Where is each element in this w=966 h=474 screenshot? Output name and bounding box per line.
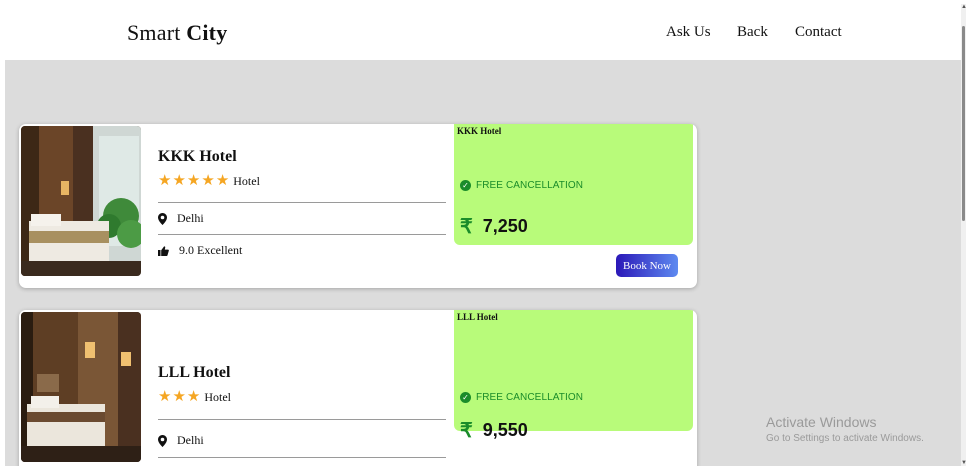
rupee-icon: ₹ (460, 420, 473, 442)
star-icon: ★ (158, 173, 172, 189)
navbar: Smart City Ask Us Back Contact (5, 4, 961, 60)
star-icon: ★ (186, 173, 201, 189)
location-row: Delhi (158, 433, 204, 448)
nav-link-ask-us[interactable]: Ask Us (666, 24, 711, 41)
location-pin-icon (158, 434, 167, 447)
free-cancellation: ✓ FREE CANCELLATION (460, 180, 583, 191)
hotel-photo[interactable] (21, 126, 141, 276)
book-now-button[interactable]: Book Now (616, 254, 678, 277)
page-viewport: Smart City Ask Us Back Contact KKK Hotel… (5, 4, 961, 466)
divider (158, 457, 446, 458)
scroll-down-icon[interactable]: ▼ (961, 460, 966, 466)
check-circle-icon: ✓ (460, 392, 471, 403)
hotel-card: KKK Hotel ★ ★ ★ ★ ★ Hotel Delhi 9.0 Exce… (19, 124, 697, 288)
price-panel-hotel-name: KKK Hotel (457, 126, 502, 136)
scroll-up-icon[interactable]: ▲ (961, 4, 966, 10)
price: ₹ 9,550 (460, 418, 528, 443)
location-pin-icon (158, 212, 167, 225)
activate-windows-watermark: Activate Windows Go to Settings to activ… (766, 414, 924, 444)
divider (158, 419, 446, 420)
brand-logo[interactable]: Smart City (127, 20, 227, 46)
star-icon: ★ (215, 173, 230, 189)
brand-text-smart: Smart (127, 20, 181, 45)
rating-text: 9.0 Excellent (179, 243, 243, 257)
hotel-name[interactable]: LLL Hotel (158, 364, 230, 382)
thumbs-up-icon (158, 245, 169, 256)
star-icon: ★ (172, 389, 186, 405)
scrollbar[interactable]: ▲ ▼ (961, 4, 966, 466)
brand-text-city: City (186, 20, 228, 45)
watermark-title: Activate Windows (766, 414, 877, 430)
price-panel-hotel-name: LLL Hotel (457, 312, 498, 322)
nav-link-back[interactable]: Back (737, 24, 768, 41)
price-panel: KKK Hotel ✓ FREE CANCELLATION ₹ 7,250 (454, 124, 693, 245)
star-icon: ★ (186, 389, 201, 405)
star-icon: ★ (172, 173, 186, 189)
price: ₹ 7,250 (460, 214, 528, 239)
nav-link-contact[interactable]: Contact (795, 24, 842, 41)
location-row: Delhi (158, 211, 204, 226)
free-cancellation-text: FREE CANCELLATION (476, 392, 584, 403)
hotel-room-image (21, 312, 141, 462)
star-icon: ★ (201, 173, 215, 189)
star-icon: ★ (158, 389, 172, 405)
price-amount: 9,550 (482, 420, 528, 440)
scrollbar-thumb[interactable] (962, 26, 965, 221)
divider (158, 234, 446, 235)
price-panel: LLL Hotel ✓ FREE CANCELLATION ₹ 9,550 (454, 310, 693, 442)
free-cancellation-text: FREE CANCELLATION (476, 180, 584, 191)
free-cancellation: ✓ FREE CANCELLATION (460, 392, 583, 403)
watermark-subtitle: Go to Settings to activate Windows. (766, 433, 924, 444)
rupee-icon: ₹ (460, 216, 473, 238)
price-amount: 7,250 (482, 216, 528, 236)
rating-row: 9.0 Excellent (158, 243, 242, 258)
divider (158, 202, 446, 203)
hotel-card: LLL Hotel ★ ★ ★ Hotel Delhi LLL Hotel ✓ … (19, 310, 697, 466)
star-rating: ★ ★ ★ Hotel (158, 390, 231, 405)
check-circle-icon: ✓ (460, 180, 471, 191)
hotel-name[interactable]: KKK Hotel (158, 148, 237, 166)
star-rating: ★ ★ ★ ★ ★ Hotel (158, 174, 260, 189)
hotel-photo[interactable] (21, 312, 141, 462)
location-text: Delhi (177, 211, 204, 225)
property-type: Hotel (204, 390, 232, 404)
hotel-room-image (21, 126, 141, 276)
location-text: Delhi (177, 433, 204, 447)
property-type: Hotel (233, 174, 260, 188)
